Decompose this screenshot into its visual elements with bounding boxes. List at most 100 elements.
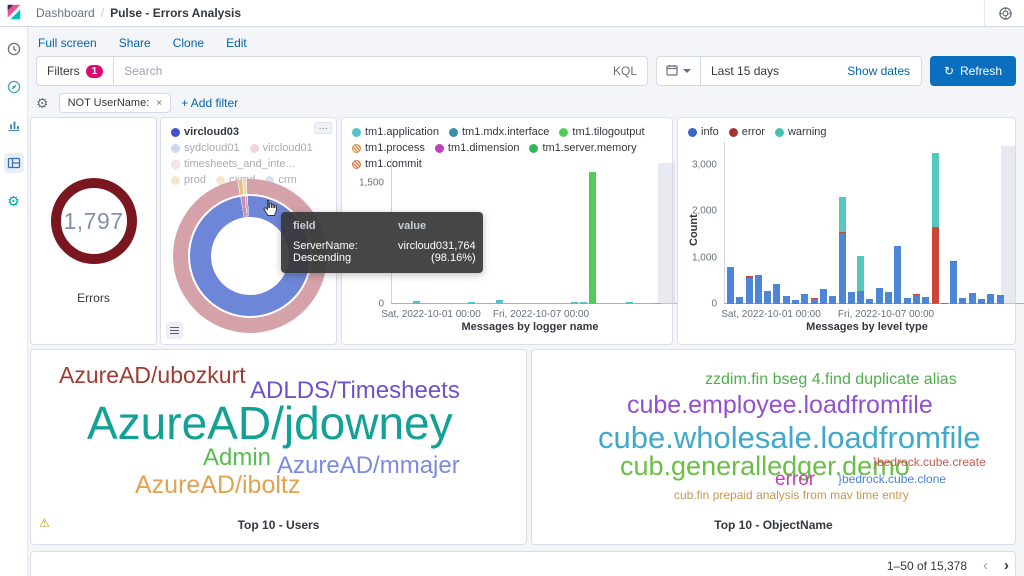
bar[interactable] <box>736 297 744 304</box>
bar[interactable] <box>570 301 578 304</box>
show-dates-button[interactable]: Show dates <box>847 64 921 78</box>
filter-options-gear-icon[interactable]: ⚙ <box>36 95 49 112</box>
bar[interactable] <box>866 299 874 304</box>
bar[interactable] <box>829 296 837 304</box>
bar[interactable] <box>931 152 939 304</box>
bar[interactable] <box>745 276 753 304</box>
legend-item[interactable]: tm1.application <box>352 126 439 138</box>
visualize-chart-icon[interactable] <box>4 115 24 135</box>
tag-cloud-word[interactable]: Admin <box>203 446 271 470</box>
share-button[interactable]: Share <box>119 36 151 50</box>
bar[interactable] <box>801 293 809 304</box>
level-chart-plot[interactable]: 0 1,000 2,000 3,000 Sat, 2022-10-01 00:00 Fri… <box>692 142 1024 320</box>
bar[interactable] <box>894 245 902 304</box>
refresh-button[interactable]: ↻ Refresh <box>930 56 1016 86</box>
bar[interactable] <box>959 298 967 304</box>
bar[interactable] <box>940 302 948 304</box>
bar[interactable] <box>654 302 662 304</box>
breadcrumb-dashboard[interactable]: Dashboard <box>36 6 95 20</box>
bar[interactable] <box>847 291 855 304</box>
errors-metric-label: Errors <box>77 291 110 305</box>
discover-compass-icon[interactable] <box>4 77 24 97</box>
bar[interactable] <box>468 302 476 304</box>
tag-cloud-word[interactable]: }bedrock.cube.create <box>873 456 986 468</box>
bar[interactable] <box>626 302 634 304</box>
legend-toggle-button[interactable] <box>166 322 183 339</box>
legend-item[interactable]: tm1.tilogoutput <box>559 126 645 138</box>
tag-cloud-word[interactable]: error <box>775 470 815 489</box>
tag-cloud-word[interactable]: AzureAD/mmajer <box>277 454 460 478</box>
help-icon[interactable] <box>999 6 1012 20</box>
bar[interactable] <box>838 196 846 304</box>
kql-button[interactable]: KQL <box>613 64 647 78</box>
bar[interactable] <box>792 300 800 304</box>
legend-item[interactable]: tm1.dimension <box>434 142 519 154</box>
legend-item[interactable]: tm1.server.memory <box>529 142 637 154</box>
kibana-logo-icon[interactable] <box>0 4 28 22</box>
bar[interactable] <box>589 171 597 304</box>
bar[interactable] <box>968 292 976 304</box>
full-screen-button[interactable]: Full screen <box>38 36 97 50</box>
bar[interactable] <box>996 295 1004 304</box>
bar[interactable] <box>754 274 762 304</box>
tag-cloud-word[interactable]: cube.wholesale.loadfromfile <box>598 422 981 453</box>
dashboard-icon[interactable] <box>3 153 24 173</box>
legend-item[interactable]: info <box>688 126 719 138</box>
bar[interactable] <box>727 266 734 304</box>
settings-gear-icon[interactable]: ⚙ <box>4 191 24 211</box>
bar[interactable] <box>875 288 883 304</box>
bar[interactable] <box>857 255 865 304</box>
add-filter-button[interactable]: + Add filter <box>181 96 238 110</box>
filter-pill[interactable]: NOT UserName: × <box>58 93 172 113</box>
bar-segment-warning <box>838 196 846 232</box>
legend-item[interactable]: vircloud01 <box>249 142 313 154</box>
tag-cloud-word[interactable]: }bedrock.cube.clone <box>838 473 946 485</box>
bar[interactable] <box>978 299 986 304</box>
legend-item[interactable]: timesheets_and_inte... <box>171 158 295 170</box>
bar[interactable] <box>922 296 930 304</box>
bar[interactable] <box>819 288 827 304</box>
bar-segment-info <box>866 299 874 304</box>
bar[interactable] <box>496 299 504 304</box>
bar[interactable] <box>987 294 995 304</box>
calendar-dropdown-button[interactable] <box>657 57 701 85</box>
chart-tooltip: field value ServerName: Descending vircl… <box>281 212 483 273</box>
errors-gauge-ring: 1,797 <box>50 178 137 264</box>
legend-item[interactable]: vircloud03 <box>171 126 239 138</box>
left-sidebar: ⚙ <box>0 27 28 576</box>
tag-cloud-word[interactable]: AzureAD/jdowney <box>87 400 453 446</box>
bar[interactable] <box>903 297 911 304</box>
next-page-icon[interactable]: › <box>1004 557 1009 574</box>
remove-filter-icon[interactable]: × <box>156 98 162 109</box>
legend-label: vircloud01 <box>262 142 313 154</box>
legend-item[interactable]: sydcloud01 <box>171 142 240 154</box>
edit-button[interactable]: Edit <box>226 36 247 50</box>
bar[interactable] <box>782 295 790 304</box>
legend-item[interactable]: warning <box>774 126 827 138</box>
legend-item[interactable]: tm1.mdx.interface <box>449 126 549 138</box>
bar[interactable] <box>950 261 958 304</box>
bar[interactable] <box>764 291 772 304</box>
bar[interactable] <box>412 300 420 304</box>
previous-page-icon[interactable]: ‹ <box>983 557 988 574</box>
search-input[interactable]: Search <box>114 64 613 78</box>
bar[interactable] <box>579 301 587 304</box>
legend-dot-icon <box>449 127 458 137</box>
bar-segment-tm1.application <box>496 299 504 304</box>
time-range-value[interactable]: Last 15 days <box>701 64 779 78</box>
legend-item[interactable]: tm1.process <box>352 142 425 154</box>
legend-item[interactable]: error <box>728 126 765 138</box>
bar[interactable] <box>912 293 920 304</box>
bar[interactable] <box>810 298 818 304</box>
recent-clock-icon[interactable] <box>4 39 24 59</box>
clone-button[interactable]: Clone <box>173 36 204 50</box>
panel-options-icon[interactable]: ⋯ <box>314 122 332 134</box>
tag-cloud-word[interactable]: AzureAD/iboltz <box>135 473 300 498</box>
tag-cloud-word[interactable]: AzureAD/ubozkurt <box>59 364 246 387</box>
bar[interactable] <box>773 284 781 304</box>
bar[interactable] <box>885 292 893 304</box>
filters-dropdown-button[interactable]: Filters 1 <box>37 57 115 85</box>
tag-cloud-word[interactable]: cube.employee.loadfromfile <box>627 393 933 418</box>
tag-cloud-word[interactable]: cub.fin prepaid analysis from mav time e… <box>674 489 909 501</box>
tag-cloud-word[interactable]: zzdim.fin bseg 4.find duplicate alias <box>705 372 957 388</box>
